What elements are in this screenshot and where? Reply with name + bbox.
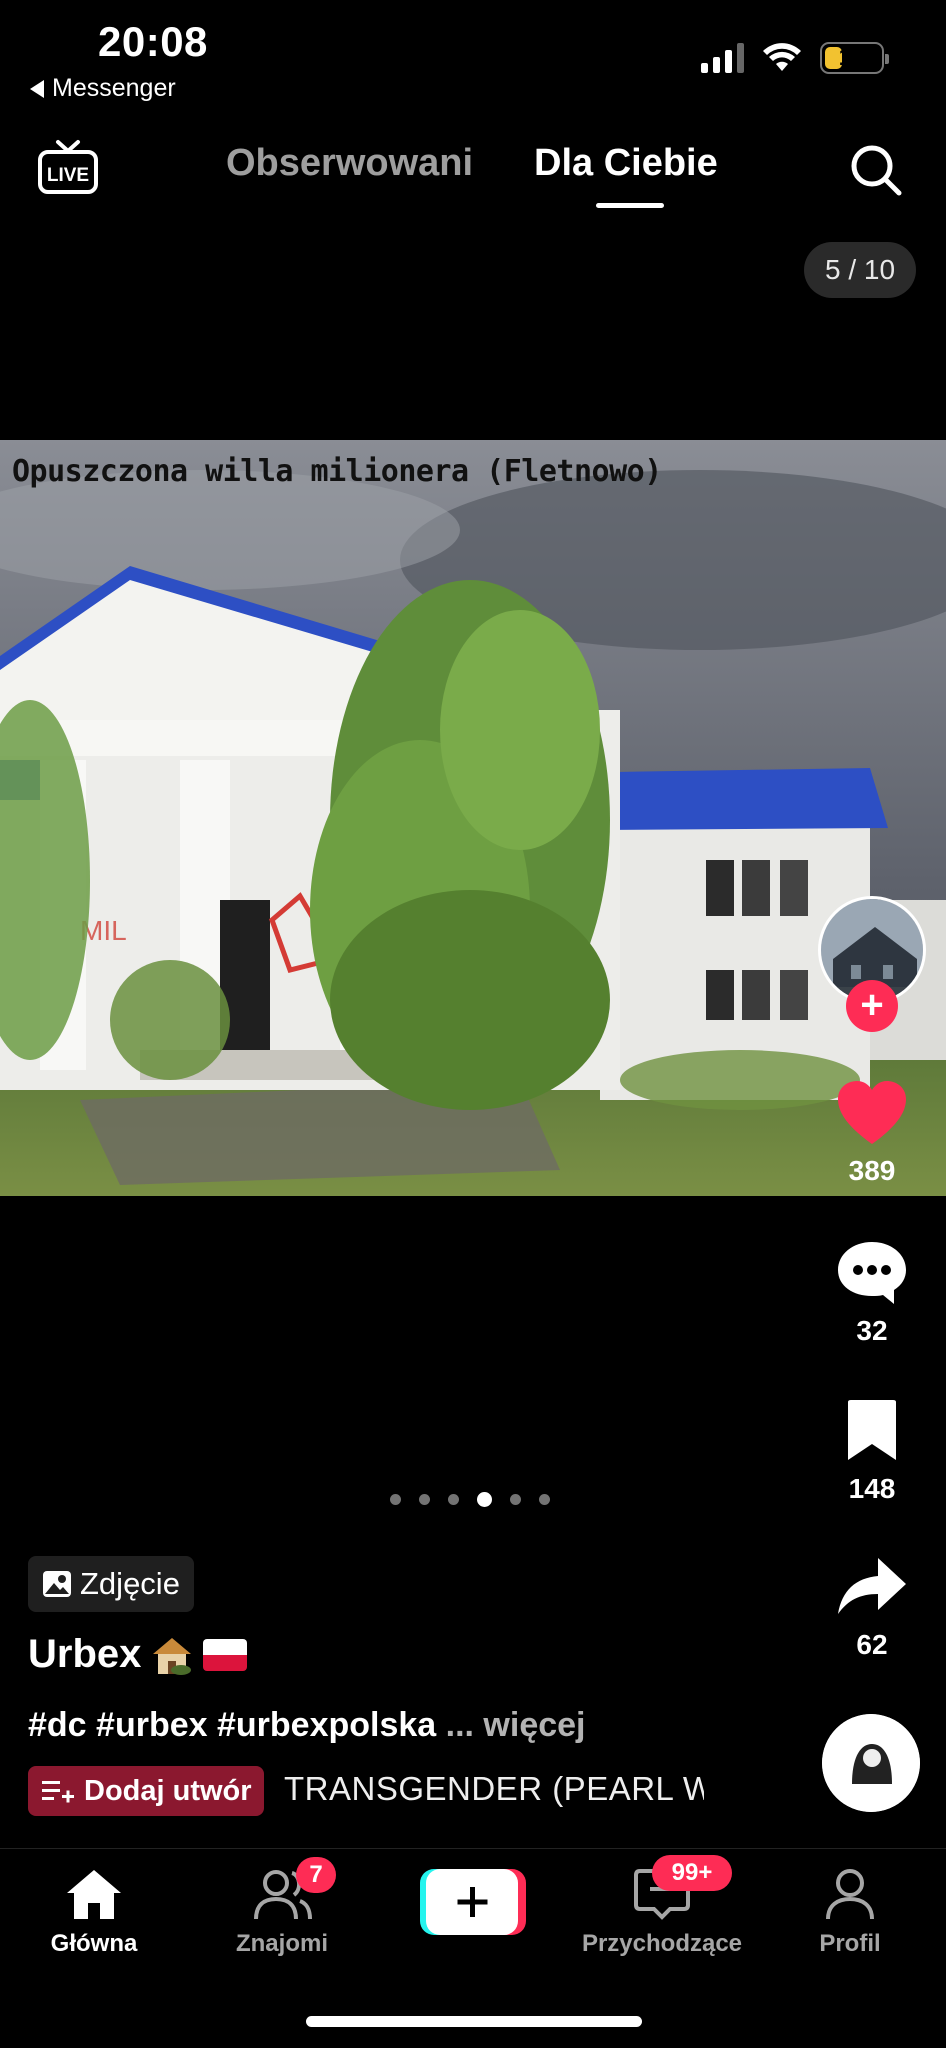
- create-plus-icon[interactable]: [420, 1869, 526, 1935]
- heart-icon: [838, 1081, 906, 1144]
- post-description[interactable]: #dc #urbex #urbexpolska ... więcej: [28, 1706, 586, 1745]
- tab-following[interactable]: Obserwowani: [226, 142, 473, 185]
- nav-profile[interactable]: Profil: [760, 1867, 940, 1958]
- add-song-label: Dodaj utwór: [84, 1774, 252, 1807]
- more-link[interactable]: ... więcej: [446, 1706, 586, 1744]
- post-username[interactable]: Urbex: [28, 1632, 248, 1677]
- carousel-dots: [390, 1492, 550, 1507]
- photo-caption: Opuszczona willa milionera (Fletnowo): [12, 454, 662, 489]
- music-disc[interactable]: [822, 1714, 920, 1812]
- comment-count: 32: [856, 1315, 888, 1346]
- house-emoji-icon: [153, 1637, 192, 1675]
- hashtags-text: #dc #urbex #urbexpolska: [28, 1706, 437, 1744]
- carousel-dot-active: [477, 1492, 492, 1507]
- status-time: 20:08: [98, 18, 208, 65]
- share-count: 62: [856, 1629, 888, 1660]
- bookmark-icon: [848, 1400, 896, 1460]
- share-arrow-icon: [838, 1558, 906, 1614]
- follow-plus-button[interactable]: +: [846, 980, 898, 1032]
- battery-icon: 14: [820, 42, 889, 74]
- playlist-add-icon: [42, 1781, 74, 1803]
- live-label: LIVE: [47, 165, 89, 186]
- inbox-badge: 99+: [652, 1855, 732, 1891]
- carousel-dot: [448, 1494, 459, 1505]
- profile-icon: [826, 1869, 874, 1920]
- username-label: Urbex: [28, 1632, 142, 1676]
- comment-icon: [838, 1242, 906, 1304]
- home-indicator[interactable]: [306, 2016, 642, 2027]
- back-to-app-link[interactable]: Messenger: [30, 74, 176, 103]
- live-icon[interactable]: LIVE: [36, 138, 100, 202]
- nav-home[interactable]: Główna: [4, 1867, 184, 1958]
- nav-inbox-label: Przychodzące: [581, 1930, 743, 1957]
- add-song-button[interactable]: Dodaj utwór: [28, 1766, 264, 1816]
- back-app-label: Messenger: [52, 74, 176, 102]
- post-photo[interactable]: MIL Opuszczona willa milionera (Fletnowo…: [0, 440, 946, 1196]
- photo-type-label: Zdjęcie: [80, 1566, 180, 1601]
- carousel-dot: [510, 1494, 521, 1505]
- comment-button[interactable]: 32: [822, 1240, 922, 1347]
- status-indicators: 14: [701, 42, 889, 74]
- save-button[interactable]: 148: [822, 1398, 922, 1505]
- poland-flag-icon: [203, 1638, 248, 1671]
- cellular-signal-icon: [701, 43, 744, 73]
- nav-friends[interactable]: Znajomi 7: [192, 1857, 372, 1958]
- nav-profile-label: Profil: [819, 1930, 881, 1957]
- battery-level: 14: [838, 44, 866, 71]
- share-button[interactable]: 62: [822, 1554, 922, 1661]
- carousel-dot: [539, 1494, 550, 1505]
- back-triangle-icon: [30, 79, 44, 98]
- abandoned-villa-image: MIL: [0, 440, 946, 1196]
- carousel-dot: [390, 1494, 401, 1505]
- wifi-icon: [763, 43, 801, 71]
- nav-home-label: Główna: [50, 1930, 138, 1957]
- tab-for-you[interactable]: Dla Ciebie: [534, 142, 718, 185]
- nav-friends-label: Znajomi: [235, 1930, 328, 1957]
- home-icon: [67, 1870, 121, 1919]
- search-icon[interactable]: [848, 142, 904, 198]
- song-title[interactable]: TRANSGENDER (PEARL W: [284, 1770, 704, 1808]
- friends-badge: 7: [296, 1857, 336, 1893]
- save-count: 148: [848, 1473, 896, 1504]
- carousel-dot: [419, 1494, 430, 1505]
- like-button[interactable]: 389: [822, 1080, 922, 1187]
- image-icon: [43, 1571, 71, 1597]
- like-count: 389: [848, 1155, 896, 1186]
- tiktok-feed-screen: 20:08 Messenger 14 LIVE Obserwowani Dla …: [0, 0, 946, 2048]
- photo-type-badge: Zdjęcie: [28, 1556, 194, 1612]
- photo-counter: 5 / 10: [804, 242, 916, 298]
- nav-inbox[interactable]: Przychodzące 99+: [572, 1855, 752, 1958]
- active-tab-indicator: [596, 203, 664, 208]
